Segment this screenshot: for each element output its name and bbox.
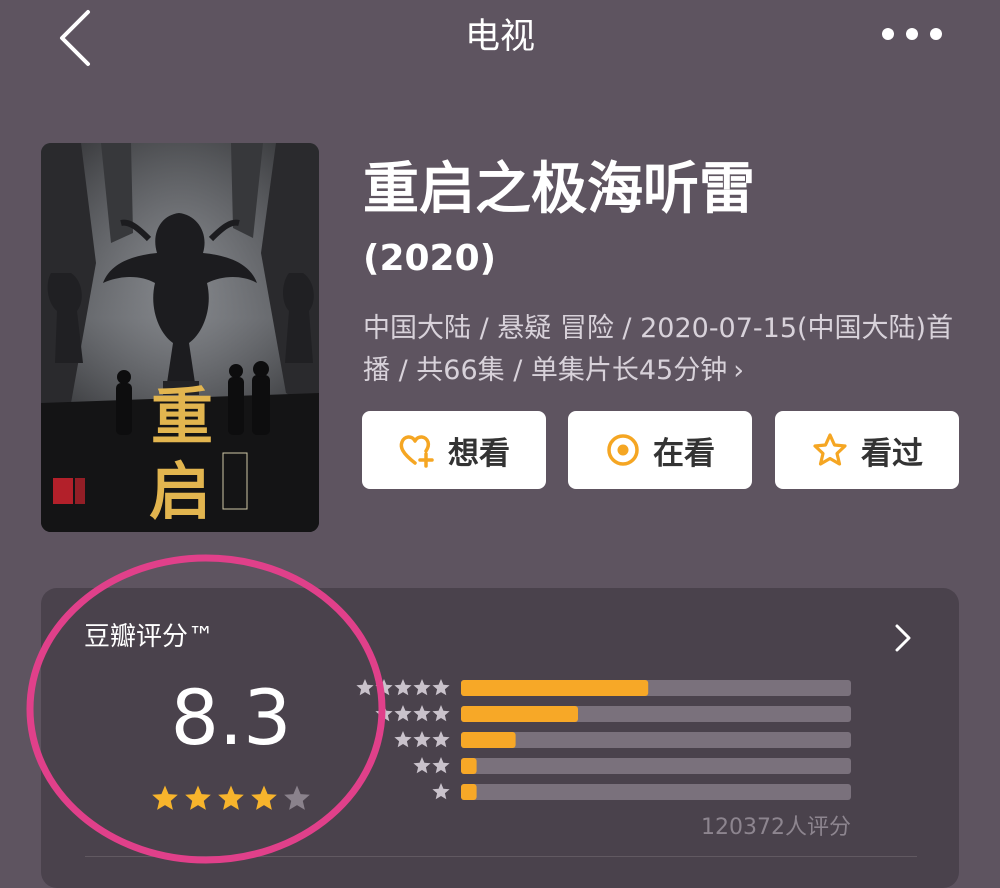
poster-image[interactable]: 重 启: [41, 143, 319, 532]
dist-star-icon: [432, 679, 450, 696]
dist-bar-fill: [461, 706, 578, 722]
watched-label: 看过: [861, 435, 923, 472]
dist-bar-fill: [461, 758, 477, 774]
dist-star-icon: [413, 757, 431, 774]
dist-bar-track: [461, 784, 851, 800]
dist-star-icon: [432, 783, 450, 800]
more-button[interactable]: [874, 14, 950, 54]
rating-detail-button[interactable]: [891, 618, 917, 658]
want-to-watch-label: 想看: [448, 435, 510, 472]
svg-text:启: 启: [149, 455, 211, 528]
chevron-right-icon: [895, 624, 911, 652]
dist-bar-track: [461, 732, 851, 748]
dist-star-icon: [394, 731, 412, 748]
watching-label: 在看: [653, 435, 715, 472]
dist-bar-fill: [461, 784, 477, 800]
dist-star-icon: [413, 731, 431, 748]
dist-star-icon: [394, 679, 412, 696]
dist-star-icon: [432, 731, 450, 748]
dist-bar-fill: [461, 732, 516, 748]
heart-plus-icon: [399, 435, 434, 468]
page-title: 电视: [464, 17, 535, 57]
svg-text:重: 重: [151, 380, 213, 453]
dist-star-icon: [394, 705, 412, 722]
meta-text: 中国大陆 / 悬疑 冒险 / 2020-07-15(中国大陆)首播 / 共66集…: [363, 313, 954, 386]
dist-star-icon: [432, 705, 450, 722]
chevron-right-icon: ›: [733, 355, 745, 386]
star-empty-icon: [284, 785, 310, 810]
movie-title: 重启之极海听雷: [363, 157, 755, 222]
rating-card[interactable]: 豆瓣评分™ 8.3 120372人评分: [41, 588, 959, 888]
rating-count: 120372人评分: [701, 815, 851, 840]
dist-star-icon: [413, 679, 431, 696]
dist-star-icon: [413, 705, 431, 722]
dist-bar-fill: [461, 680, 649, 696]
target-circle-icon: [607, 434, 639, 466]
star-filled-icon: [218, 785, 244, 810]
dist-bar-track: [461, 758, 851, 774]
movie-year: (2020): [363, 238, 497, 279]
top-bar: 电视: [0, 0, 1000, 80]
movie-meta-info[interactable]: 中国大陆 / 悬疑 冒险 / 2020-07-15(中国大陆)首播 / 共66集…: [363, 308, 963, 392]
watching-button[interactable]: 在看: [568, 411, 752, 489]
rating-stars: [152, 785, 310, 810]
star-filled-icon: [185, 785, 211, 810]
star-filled-icon: [251, 785, 277, 810]
more-dots-icon: [882, 28, 942, 40]
divider: [85, 856, 917, 857]
dist-star-icon: [356, 679, 374, 696]
watched-button[interactable]: 看过: [775, 411, 959, 489]
rating-score: 8.3: [170, 673, 292, 762]
rating-distribution: [356, 679, 851, 800]
want-to-watch-button[interactable]: 想看: [362, 411, 546, 489]
dist-star-icon: [432, 757, 450, 774]
star-outline-icon: [813, 433, 847, 466]
star-filled-icon: [152, 785, 178, 810]
rating-label: 豆瓣评分™: [84, 622, 215, 652]
dist-star-icon: [375, 705, 393, 722]
dist-star-icon: [375, 679, 393, 696]
